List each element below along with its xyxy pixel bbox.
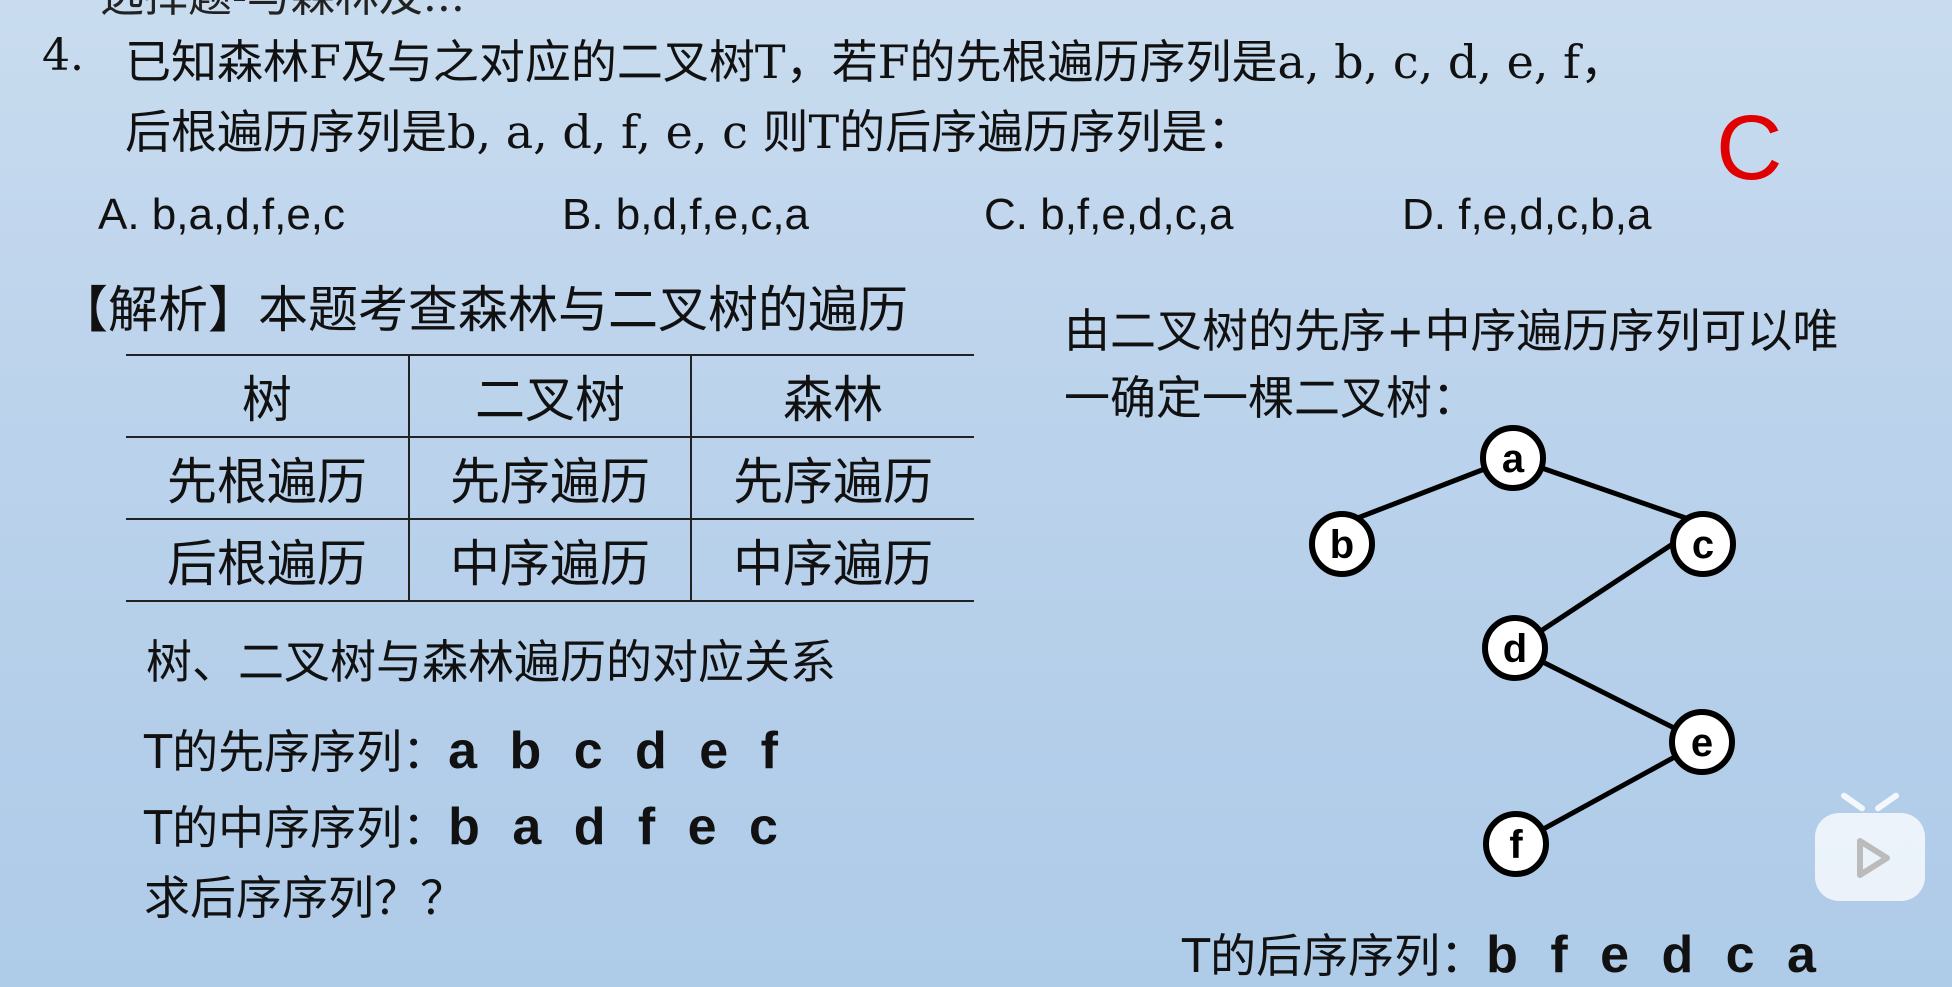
option-d: D. f,e,d,c,b,a: [1402, 190, 1652, 239]
question-number: 4.: [42, 30, 84, 81]
table-row: 后根遍历 中序遍历 中序遍历: [126, 519, 974, 601]
postorder-value: b f e d c a: [1486, 926, 1817, 984]
tree-node-d: d: [1482, 615, 1548, 681]
tree-node-b: b: [1309, 511, 1375, 577]
right-text-line-1: 由二叉树的先序+中序遍历序列可以唯: [1064, 304, 1839, 358]
preorder-value: a b c d e f: [448, 722, 779, 780]
cropped-heading: 选择题-与森林及...: [100, 0, 465, 24]
table-cell: 中序遍历: [690, 519, 974, 601]
question-line-1: 已知森林F及与之对应的二叉树T，若F的先根遍历序列是a, b, c, d, e,…: [125, 35, 1627, 89]
table-cell: 先序遍历: [690, 437, 974, 519]
analysis-title: 【解析】本题考查森林与二叉树的遍历: [58, 281, 908, 339]
inorder-value: b a d f e c: [448, 798, 779, 856]
tree-node-c: c: [1670, 511, 1736, 577]
table-cell: 中序遍历: [407, 519, 693, 601]
table-header-row: 树 二叉树 森林: [126, 355, 974, 437]
question-line-2: 后根遍历序列是b, a, d, f, e, c 则T的后序遍历序列是：: [125, 105, 1254, 159]
tree-node-a: a: [1480, 425, 1546, 491]
option-a: A. b,a,d,f,e,c: [98, 190, 346, 239]
preorder-label: T的先序序列：: [144, 725, 449, 779]
option-b: B. b,d,f,e,c,a: [562, 190, 810, 239]
postorder-row: T的后序序列：b f e d c a: [1182, 920, 1817, 986]
table-header-cell: 森林: [690, 355, 974, 437]
postorder-label: T的后序序列：: [1182, 929, 1487, 983]
inorder-row: T的中序序列：b a d f e c: [144, 792, 779, 858]
preorder-row: T的先序序列：a b c d e f: [144, 716, 779, 782]
binary-tree-diagram: a b c d e f: [1309, 425, 1736, 877]
tree-node-label: d: [1503, 627, 1527, 671]
play-icon: [1857, 838, 1890, 878]
tree-node-label: c: [1692, 523, 1714, 567]
play-button-ear: [1839, 791, 1867, 813]
tree-node-f: f: [1483, 811, 1549, 877]
table-caption: 树、二叉树与森林遍历的对应关系: [146, 635, 836, 689]
tree-node-label: f: [1509, 823, 1523, 867]
right-text-line-2: 一确定一棵二叉树：: [1064, 371, 1478, 425]
ask-postorder: 求后序序列？？: [144, 871, 466, 925]
table-header-cell: 树: [126, 355, 410, 437]
tree-node-label: b: [1330, 523, 1354, 567]
option-c: C. b,f,e,d,c,a: [984, 190, 1234, 239]
tree-node-e: e: [1669, 709, 1735, 775]
table-row: 先根遍历 先序遍历 先序遍历: [126, 437, 974, 519]
answer-mark: C: [1716, 97, 1783, 199]
tree-node-label: a: [1502, 437, 1525, 481]
table-header-cell: 二叉树: [407, 355, 693, 437]
table-cell: 先根遍历: [126, 437, 410, 519]
tree-node-label: e: [1691, 721, 1713, 765]
table-cell: 后根遍历: [126, 519, 410, 601]
video-play-button[interactable]: [1815, 791, 1925, 901]
play-button-ear: [1873, 791, 1901, 813]
traversal-table: 树 二叉树 森林 先根遍历 先序遍历 先序遍历 后根遍历 中序遍历 中序遍历: [126, 354, 974, 602]
inorder-label: T的中序序列：: [144, 801, 449, 855]
table-cell: 先序遍历: [407, 437, 693, 519]
